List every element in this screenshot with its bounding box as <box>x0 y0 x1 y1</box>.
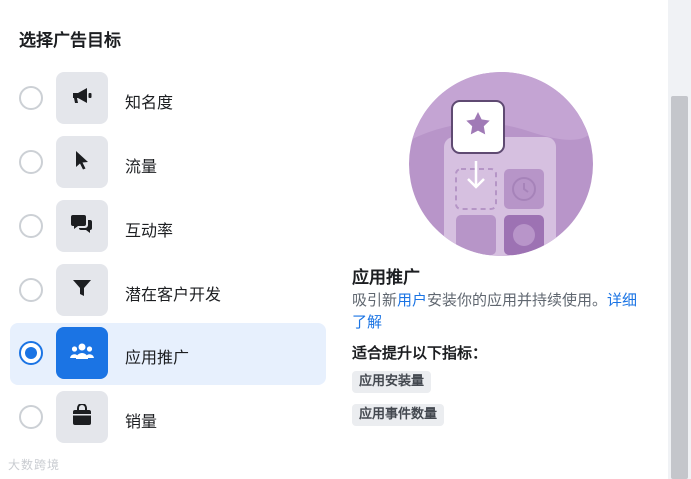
radio-button[interactable] <box>19 86 43 110</box>
option-label: 知名度 <box>125 93 174 112</box>
users-highlight: 用户 <box>397 291 428 309</box>
app-promotion-illustration <box>408 71 594 257</box>
scrollbar-thumb[interactable] <box>671 96 688 479</box>
shopping-bag-icon <box>72 403 92 430</box>
icon-tile <box>56 136 108 188</box>
radio-button[interactable] <box>19 214 43 238</box>
metric-chip: 应用事件数量 <box>352 404 445 426</box>
option-label: 互动率 <box>125 221 174 240</box>
chat-bubbles-icon <box>70 213 94 239</box>
radio-button[interactable] <box>19 278 43 302</box>
objective-option-leads[interactable]: 潜在客户开发 <box>10 260 326 322</box>
icon-tile <box>56 391 108 443</box>
objective-option-awareness[interactable]: 知名度 <box>10 68 326 130</box>
megaphone-icon <box>71 86 93 110</box>
option-label: 潜在客户开发 <box>125 285 222 304</box>
objective-option-app-promotion[interactable]: 应用推广 <box>10 323 326 385</box>
description-text: 吸引新 <box>352 291 398 309</box>
watermark: 大数跨境 <box>8 458 61 472</box>
cursor-icon <box>74 150 90 174</box>
detail-title: 应用推广 <box>352 268 420 288</box>
option-label: 销量 <box>125 412 158 431</box>
radio-button[interactable] <box>19 405 43 429</box>
objective-option-sales[interactable]: 销量 <box>10 387 326 449</box>
people-group-icon <box>69 341 95 365</box>
radio-button-checked[interactable] <box>19 341 43 365</box>
icon-tile <box>56 200 108 252</box>
detail-description: 吸引新用户安装你的应用并持续使用。详细了解 <box>352 289 647 333</box>
icon-tile <box>56 72 108 124</box>
option-label: 应用推广 <box>125 348 190 367</box>
objective-option-engagement[interactable]: 互动率 <box>10 196 326 258</box>
scrollbar[interactable] <box>668 0 691 479</box>
dialog-title: 选择广告目标 <box>19 31 121 51</box>
option-label: 流量 <box>125 157 158 176</box>
ad-objective-dialog: 选择广告目标 知名度 流量 互动率 潜在客户开发 应用推广 销量 应用推广 吸引… <box>0 0 668 479</box>
metric-chip: 应用安装量 <box>352 371 432 393</box>
radio-button[interactable] <box>19 150 43 174</box>
funnel-icon <box>72 278 92 302</box>
metrics-heading: 适合提升以下指标： <box>352 344 488 362</box>
icon-tile <box>56 264 108 316</box>
icon-tile <box>56 327 108 379</box>
description-text: 安装你的应用并持续使用。 <box>427 291 608 309</box>
objective-option-traffic[interactable]: 流量 <box>10 132 326 194</box>
